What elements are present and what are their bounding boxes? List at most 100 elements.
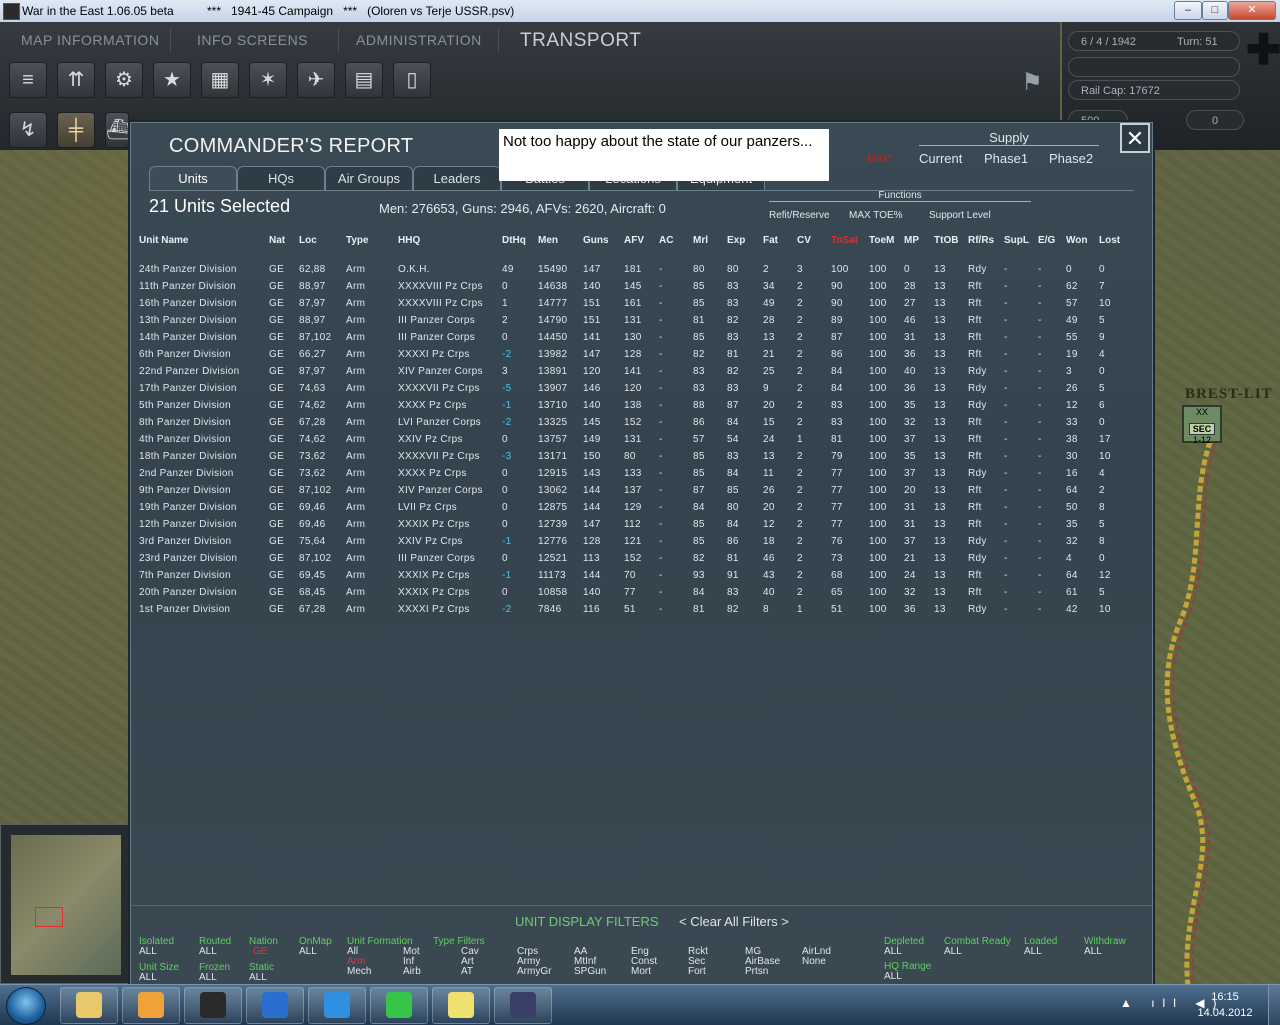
column-header-guns[interactable]: Guns <box>583 235 609 246</box>
column-header-hhq[interactable]: HHQ <box>398 235 420 246</box>
cell-unit-name[interactable]: 9th Panzer Division <box>139 485 231 496</box>
window-title-bar[interactable]: War in the East 1.06.05 beta *** 1941-45… <box>0 0 1280 23</box>
menu-transport[interactable]: TRANSPORT <box>520 30 641 52</box>
column-header-exp[interactable]: Exp <box>727 235 745 246</box>
column-header-loc[interactable]: Loc <box>299 235 317 246</box>
supply-phase1-option[interactable]: Phase1 <box>984 151 1028 166</box>
column-header-dthq[interactable]: DtHq <box>502 235 526 246</box>
tank-icon[interactable]: ≡ <box>9 62 47 98</box>
tab-hqs[interactable]: HQs <box>237 166 325 191</box>
column-header-afv[interactable]: AFV <box>624 235 644 246</box>
cell-unit-name[interactable]: 5th Panzer Division <box>139 400 231 411</box>
cell-unit-name[interactable]: 6th Panzer Division <box>139 349 231 360</box>
clear-all-filters-button[interactable]: < Clear All Filters > <box>679 914 789 929</box>
filter-type-fort[interactable]: Fort <box>688 967 706 977</box>
column-header-cv[interactable]: CV <box>797 235 811 246</box>
cell-unit-name[interactable]: 12th Panzer Division <box>139 519 237 530</box>
supply-current-option[interactable]: Current <box>919 151 962 166</box>
refit-reserve-button[interactable]: Refit/Reserve <box>769 210 830 221</box>
supply-phase2-option[interactable]: Phase2 <box>1049 151 1093 166</box>
column-header-e-g[interactable]: E/G <box>1038 235 1055 246</box>
taskbar-button-war-in-the-east[interactable] <box>494 987 552 1024</box>
filter-onmap-value[interactable]: ALL <box>299 947 317 957</box>
column-header-fat[interactable]: Fat <box>763 235 778 246</box>
rail-icon[interactable]: ▤ <box>345 62 383 98</box>
filter-formation-mech[interactable]: Mech <box>347 967 371 977</box>
column-header-lost[interactable]: Lost <box>1099 235 1120 246</box>
column-header-ttob[interactable]: TtOB <box>934 235 958 246</box>
filter-hq-range-value[interactable]: ALL <box>884 972 902 982</box>
map-unit-counter[interactable]: XX SEC 1-12 <box>1182 405 1222 445</box>
cell-unit-name[interactable]: 8th Panzer Division <box>139 417 231 428</box>
grid-weather-icon[interactable]: ▦ <box>201 62 239 98</box>
filter-type-armygr[interactable]: ArmyGr <box>517 967 551 977</box>
cell-unit-name[interactable]: 1st Panzer Division <box>139 604 230 615</box>
filter-depleted-value[interactable]: ALL <box>884 947 902 957</box>
satellite-icon[interactable]: ✶ <box>249 62 287 98</box>
cell-unit-name[interactable]: 20th Panzer Division <box>139 587 237 598</box>
cell-unit-name[interactable]: 13th Panzer Division <box>139 315 237 326</box>
taskbar-button-checkmark-app[interactable] <box>246 987 304 1024</box>
star-icon[interactable]: ★ <box>153 62 191 98</box>
movement-icon[interactable]: ⇈ <box>57 62 95 98</box>
minimap-viewport-frame[interactable] <box>35 907 63 927</box>
filter-withdraw-value[interactable]: ALL <box>1084 947 1102 957</box>
column-header-unit-name[interactable]: Unit Name <box>139 235 188 246</box>
filter-type-at[interactable]: AT <box>461 967 473 977</box>
cell-unit-name[interactable]: 19th Panzer Division <box>139 502 237 513</box>
cell-unit-name[interactable]: 3rd Panzer Division <box>139 536 231 547</box>
ship-f3-icon[interactable]: ⛴ <box>105 112 131 148</box>
taskbar-button-internet-explorer[interactable] <box>308 987 366 1024</box>
menu-map-information[interactable]: MAP INFORMATION <box>21 32 159 48</box>
tab-units[interactable]: Units <box>149 166 237 191</box>
menu-info-screens[interactable]: INFO SCREENS <box>197 32 308 48</box>
rail-f2-icon[interactable]: ╪ <box>57 112 95 148</box>
filter-isolated-value[interactable]: ALL <box>139 947 157 957</box>
taskbar-button-hp[interactable] <box>184 987 242 1024</box>
tab-leaders[interactable]: Leaders <box>413 166 501 191</box>
minimap-terrain[interactable] <box>11 835 121 975</box>
filter-type-mort[interactable]: Mort <box>631 967 651 977</box>
maximize-button[interactable]: □ <box>1202 1 1228 20</box>
cell-unit-name[interactable]: 4th Panzer Division <box>139 434 231 445</box>
support-level-button[interactable]: Support Level <box>929 210 991 221</box>
minimize-button[interactable]: – <box>1174 1 1202 20</box>
close-window-button[interactable]: ✕ <box>1228 1 1276 20</box>
column-header-type[interactable]: Type <box>346 235 369 246</box>
cell-unit-name[interactable]: 17th Panzer Division <box>139 383 237 394</box>
minimap[interactable] <box>0 824 130 984</box>
column-header-rf-rs[interactable]: Rf/Rs <box>968 235 994 246</box>
taskbar-button-media-player[interactable] <box>122 987 180 1024</box>
filter-combat-ready-value[interactable]: ALL <box>944 947 962 957</box>
cell-unit-name[interactable]: 18th Panzer Division <box>139 451 237 462</box>
phone-icon[interactable]: ▯ <box>393 62 431 98</box>
filter-nation-value[interactable]: GE <box>253 947 267 957</box>
column-header-ac[interactable]: AC <box>659 235 673 246</box>
menu-administration[interactable]: ADMINISTRATION <box>356 32 482 48</box>
cell-unit-name[interactable]: 23rd Panzer Division <box>139 553 237 564</box>
taskbar-button-spotify[interactable] <box>370 987 428 1024</box>
column-header-mp[interactable]: MP <box>904 235 919 246</box>
gear-icon[interactable]: ⚙ <box>105 62 143 98</box>
cell-unit-name[interactable]: 16th Panzer Division <box>139 298 237 309</box>
taskbar-button-explorer[interactable] <box>60 987 118 1024</box>
filter-loaded-value[interactable]: ALL <box>1024 947 1042 957</box>
show-desktop-button[interactable] <box>1268 985 1280 1025</box>
max-toe-button[interactable]: MAX TOE% <box>849 210 903 221</box>
air-icon[interactable]: ✈ <box>297 62 335 98</box>
column-header-mrl[interactable]: Mrl <box>693 235 708 246</box>
system-clock[interactable]: 16:15 14.04.2012 <box>1190 989 1260 1021</box>
column-header-tosat[interactable]: ToSat <box>831 235 858 246</box>
dialog-close-button[interactable]: ✕ <box>1120 123 1150 153</box>
filter-type-airb[interactable]: Airb <box>403 967 421 977</box>
column-header-toem[interactable]: ToeM <box>869 235 894 246</box>
filter-static-value[interactable]: ALL <box>249 973 267 983</box>
cell-unit-name[interactable]: 7th Panzer Division <box>139 570 231 581</box>
column-header-nat[interactable]: Nat <box>269 235 285 246</box>
column-header-men[interactable]: Men <box>538 235 558 246</box>
column-header-supl[interactable]: SupL <box>1004 235 1029 246</box>
filter-frozen-value[interactable]: ALL <box>199 973 217 983</box>
cell-unit-name[interactable]: 22nd Panzer Division <box>139 366 240 377</box>
filter-type-none[interactable]: None <box>802 957 826 967</box>
cell-unit-name[interactable]: 14th Panzer Division <box>139 332 237 343</box>
